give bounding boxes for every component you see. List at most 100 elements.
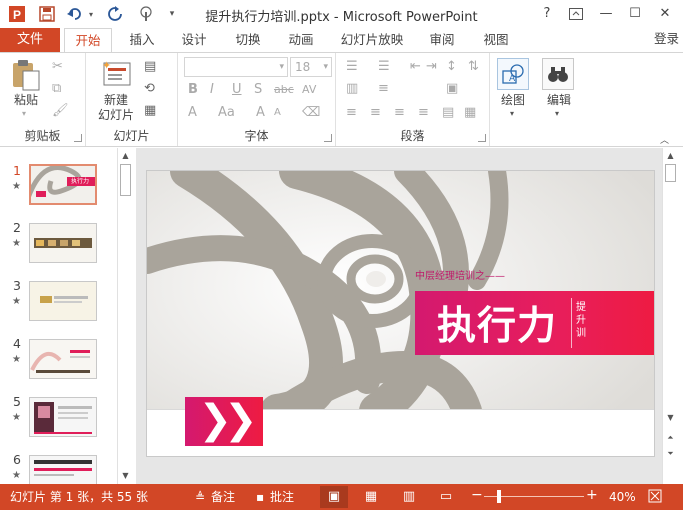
slide-subtitle[interactable]: 中层经理培训之—— bbox=[415, 267, 505, 282]
shrink-font-button[interactable]: A bbox=[274, 107, 281, 118]
scroll-down-icon[interactable]: ▼ bbox=[119, 470, 132, 482]
tab-home[interactable]: 开始 bbox=[64, 28, 112, 53]
font-size-combo[interactable]: 18 ▾ bbox=[290, 57, 332, 77]
format-painter-icon[interactable]: 🖌 bbox=[52, 103, 69, 118]
comments-button[interactable]: 批注 bbox=[270, 488, 294, 506]
slide-thumbnail-1[interactable]: 执行力 bbox=[29, 164, 97, 205]
tab-review[interactable]: 审阅 bbox=[420, 28, 464, 52]
strikethrough-button[interactable]: abc bbox=[274, 83, 294, 96]
current-slide[interactable]: 中层经理培训之—— 执行力 提升训 ❯❯ bbox=[146, 170, 655, 457]
shapes-icon[interactable]: A bbox=[497, 58, 529, 90]
increase-indent-icon[interactable]: ⇥ bbox=[426, 59, 437, 74]
slide-thumbnail-5[interactable] bbox=[29, 397, 97, 437]
smartart-icon[interactable]: ▣ bbox=[446, 81, 458, 96]
minimize-button[interactable]: — bbox=[595, 4, 617, 24]
slide-thumbnail-2[interactable] bbox=[29, 223, 97, 263]
paste-icon[interactable] bbox=[11, 59, 41, 94]
line-spacing-icon[interactable]: ↕ bbox=[446, 59, 457, 74]
arrow-badge[interactable]: ❯❯ bbox=[185, 397, 263, 446]
font-color-button[interactable]: A bbox=[188, 105, 197, 120]
ribbon-display-options-button[interactable] bbox=[565, 4, 587, 24]
reading-view-icon[interactable]: ▥ bbox=[395, 486, 423, 508]
zoom-in-button[interactable]: + bbox=[586, 486, 598, 504]
help-button[interactable]: ? bbox=[536, 4, 558, 24]
align-center-icon[interactable]: ≡ bbox=[370, 105, 381, 120]
slideshow-view-icon[interactable]: ▭ bbox=[432, 486, 460, 508]
columns-icon[interactable]: ▥ bbox=[346, 81, 358, 96]
collapse-ribbon-icon[interactable]: ︿ bbox=[660, 133, 669, 146]
grow-font-button[interactable]: A bbox=[256, 105, 265, 120]
slide-sorter-view-icon[interactable]: ▦ bbox=[357, 486, 385, 508]
underline-button[interactable]: U bbox=[232, 82, 242, 97]
slide-title[interactable]: 执行力 bbox=[437, 295, 557, 351]
font-name-dropdown-icon[interactable]: ▾ bbox=[279, 58, 284, 76]
decrease-indent-icon[interactable]: ⇤ bbox=[410, 59, 421, 74]
new-slide-icon[interactable]: ✦ bbox=[100, 59, 132, 92]
change-case-button[interactable]: Aa bbox=[218, 105, 235, 120]
slide-thumbnail-3[interactable] bbox=[29, 281, 97, 321]
bullets-icon[interactable]: ☰ bbox=[346, 59, 358, 74]
drawing-dropdown-icon[interactable]: ▾ bbox=[510, 109, 514, 118]
tab-insert[interactable]: 插入 bbox=[120, 28, 164, 52]
thumbnail-scrollbar-thumb[interactable] bbox=[120, 164, 131, 196]
copy-icon[interactable]: ⧉ bbox=[52, 81, 61, 96]
thumbnail-scrollbar[interactable]: ▲ ▼ bbox=[117, 148, 133, 484]
align-text-icon[interactable]: ≡ bbox=[378, 81, 389, 96]
numbering-icon[interactable]: ☰ bbox=[378, 59, 390, 74]
scroll-up-icon[interactable]: ▲ bbox=[664, 150, 677, 162]
tab-view[interactable]: 视图 bbox=[474, 28, 518, 52]
binoculars-icon[interactable] bbox=[542, 58, 574, 90]
align-right-icon[interactable]: ≡ bbox=[394, 105, 405, 120]
paste-dropdown-icon[interactable]: ▾ bbox=[22, 109, 26, 118]
slide-title-banner[interactable]: 执行力 提升训 bbox=[415, 291, 654, 355]
scroll-down-icon[interactable]: ▼ bbox=[664, 412, 677, 424]
slide-thumbnail-6[interactable] bbox=[29, 455, 97, 484]
zoom-level[interactable]: 40% bbox=[609, 488, 636, 506]
slide-scrollbar-thumb[interactable] bbox=[665, 164, 676, 182]
drawing-button[interactable]: 绘图 bbox=[490, 93, 536, 108]
normal-view-icon[interactable]: ▣ bbox=[320, 486, 348, 508]
reset-icon[interactable]: ⟲ bbox=[144, 81, 155, 96]
previous-slide-icon[interactable]: ⏶ bbox=[664, 432, 677, 444]
paragraph-launcher-icon[interactable] bbox=[478, 134, 486, 142]
comments-icon[interactable]: ▪ bbox=[256, 488, 264, 506]
font-name-combo[interactable]: ▾ bbox=[184, 57, 288, 77]
fit-to-window-icon[interactable] bbox=[648, 489, 662, 508]
font-launcher-icon[interactable] bbox=[324, 134, 332, 142]
notes-icon[interactable]: ≜ bbox=[195, 488, 205, 506]
layout-icon[interactable]: ▤ bbox=[144, 59, 156, 74]
bold-button[interactable]: B bbox=[188, 82, 198, 97]
align-left-icon[interactable]: ≡ bbox=[346, 105, 357, 120]
maximize-button[interactable]: ☐ bbox=[624, 4, 646, 24]
next-slide-icon[interactable]: ⏷ bbox=[664, 448, 677, 460]
cut-icon[interactable]: ✂ bbox=[52, 59, 63, 74]
editing-button[interactable]: 编辑 bbox=[536, 93, 582, 108]
tab-animations[interactable]: 动画 bbox=[279, 28, 323, 52]
close-button[interactable]: ✕ bbox=[654, 4, 676, 24]
tab-design[interactable]: 设计 bbox=[172, 28, 216, 52]
italic-button[interactable]: I bbox=[210, 82, 214, 97]
slide-thumbnail-4[interactable] bbox=[29, 339, 97, 379]
zoom-out-button[interactable]: − bbox=[471, 486, 483, 504]
paragraph-more-icon[interactable]: ▦ bbox=[464, 105, 476, 120]
text-direction-icon[interactable]: ⇅ bbox=[468, 59, 479, 74]
scroll-up-icon[interactable]: ▲ bbox=[119, 150, 132, 162]
zoom-slider-thumb[interactable] bbox=[497, 490, 501, 503]
section-icon[interactable]: ▦ bbox=[144, 103, 156, 118]
notes-button[interactable]: 备注 bbox=[211, 488, 235, 506]
font-size-dropdown-icon[interactable]: ▾ bbox=[323, 58, 328, 76]
slide-scrollbar[interactable]: ▲ ▼ ⏶ ⏷ bbox=[662, 148, 678, 484]
paste-button[interactable]: 粘贴 bbox=[6, 93, 46, 108]
clipboard-launcher-icon[interactable] bbox=[74, 134, 82, 142]
justify-icon[interactable]: ≡ bbox=[418, 105, 429, 120]
tab-file[interactable]: 文件 bbox=[0, 28, 60, 52]
new-slide-button[interactable]: 新建 幻灯片 bbox=[90, 93, 142, 123]
slide-side-text[interactable]: 提升训 bbox=[576, 301, 588, 340]
shadow-button[interactable]: S bbox=[254, 82, 262, 97]
clear-formatting-icon[interactable]: ⌫ bbox=[302, 105, 320, 120]
tab-transitions[interactable]: 切换 bbox=[226, 28, 270, 52]
tab-slideshow[interactable]: 幻灯片放映 bbox=[334, 28, 410, 52]
distributed-icon[interactable]: ▤ bbox=[442, 105, 454, 120]
sign-in-link[interactable]: 登录 bbox=[654, 28, 679, 50]
editing-dropdown-icon[interactable]: ▾ bbox=[555, 109, 559, 118]
